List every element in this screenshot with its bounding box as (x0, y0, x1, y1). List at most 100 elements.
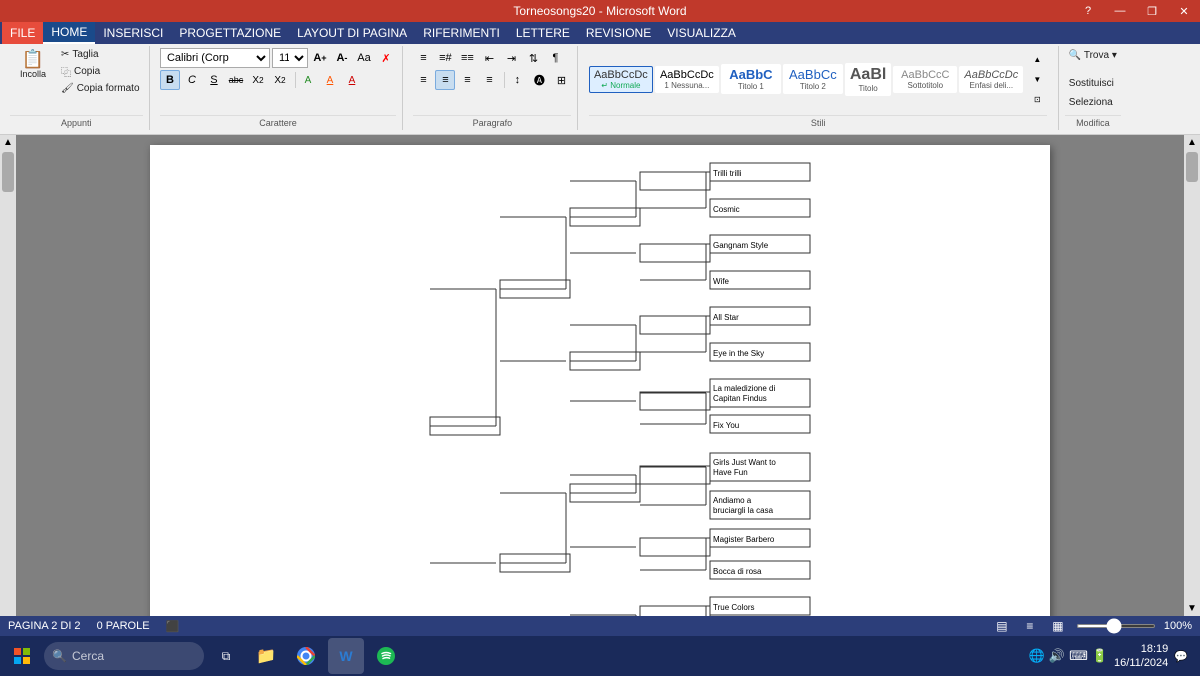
menu-home[interactable]: HOME (43, 22, 95, 44)
window-controls: — ❐ ✕ (1104, 0, 1200, 22)
menu-lettere[interactable]: LETTERE (508, 22, 578, 44)
font-grow-button[interactable]: A+ (310, 48, 330, 68)
sort-button[interactable]: ⇅ (523, 48, 543, 68)
strikethrough-button[interactable]: abc (226, 70, 246, 90)
clipboard-label: Appunti (10, 115, 143, 128)
increase-indent-button[interactable]: ⇥ (501, 48, 521, 68)
svg-text:All Star: All Star (713, 313, 739, 322)
close-button[interactable]: ✕ (1168, 0, 1200, 22)
clock-time: 18:19 (1114, 642, 1168, 656)
clock[interactable]: 18:19 16/11/2024 (1114, 642, 1168, 671)
format-paint-button[interactable]: 🖌Copia formato (58, 82, 143, 95)
shading-button[interactable]: 🅐 (529, 70, 549, 90)
seleziona-button[interactable]: Seleziona (1065, 95, 1117, 115)
svg-text:Eye in the Sky: Eye in the Sky (713, 349, 764, 358)
styles-scroll-up[interactable]: ▲ (1027, 50, 1047, 68)
menu-revisione[interactable]: REVISIONE (578, 22, 659, 44)
scroll-thumb-v[interactable] (2, 152, 14, 192)
scroll-up-right[interactable]: ▲ (1185, 135, 1199, 150)
spotify-button[interactable] (368, 638, 404, 674)
borders-button[interactable]: ⊞ (551, 70, 571, 90)
restore-button[interactable]: ❐ (1136, 0, 1168, 22)
help-button[interactable]: ? (1072, 0, 1104, 22)
ribbon-font: Calibri (Corp 11 A+ A- Aa ✗ B C S abc X2… (154, 46, 403, 130)
align-center-button[interactable]: ≡ (435, 70, 455, 90)
view-web-button[interactable]: ▦ (1048, 616, 1068, 636)
style-nessuna[interactable]: AaBbCcDc 1 Nessuna... (655, 66, 719, 93)
ribbon-styles: AaBbCcDc ↵ Normale AaBbCcDc 1 Nessuna...… (583, 46, 1053, 130)
style-enfasi[interactable]: AaBbCcDc Enfasi deli... (959, 66, 1023, 93)
start-button[interactable] (4, 638, 40, 674)
chrome-button[interactable] (288, 638, 324, 674)
ribbon-clipboard: 📋 Incolla ✂Taglia ⿻Copia 🖌Copia formato … (4, 46, 150, 130)
document-page: Trilli trilli Cosmic Gangnam Style Wife … (150, 145, 1050, 616)
taskview-button[interactable]: ⧉ (208, 638, 244, 674)
sostituisci-button[interactable]: Sostituisci (1065, 76, 1118, 96)
menu-inserisci[interactable]: INSERISCI (95, 22, 171, 44)
view-print-button[interactable]: ▤ (992, 616, 1012, 636)
superscript-button[interactable]: X2 (270, 70, 290, 90)
cut-button[interactable]: ✂Taglia (58, 48, 143, 61)
style-titolo2[interactable]: AaBbCc Titolo 2 (783, 64, 843, 94)
svg-text:Magister Barbero: Magister Barbero (713, 535, 775, 544)
align-left-button[interactable]: ≡ (413, 70, 433, 90)
show-marks-button[interactable]: ¶ (545, 48, 565, 68)
menu-riferimenti[interactable]: RIFERIMENTI (415, 22, 508, 44)
svg-text:Have Fun: Have Fun (713, 468, 748, 477)
svg-text:Fix You: Fix You (713, 421, 739, 430)
battery-icon: 🔋 (1092, 648, 1108, 664)
style-titolo[interactable]: AaBl Titolo (845, 63, 891, 96)
keyboard-icon: ⌨ (1069, 648, 1088, 664)
scroll-up-arrow[interactable]: ▲ (1, 135, 15, 150)
style-normale[interactable]: AaBbCcDc ↵ Normale (589, 66, 653, 93)
svg-text:True Colors: True Colors (713, 603, 755, 612)
bold-button[interactable]: B (160, 70, 180, 90)
text-color-button[interactable]: A (320, 70, 340, 90)
change-case-button[interactable]: Aa (354, 48, 374, 68)
zoom-slider[interactable] (1076, 624, 1156, 628)
style-sottotitolo[interactable]: AaBbCcC Sottotitolo (893, 66, 957, 93)
font-shrink-button[interactable]: A- (332, 48, 352, 68)
notification-icon[interactable]: 💬 (1174, 650, 1188, 663)
menu-file[interactable]: FILE (2, 22, 43, 44)
decrease-indent-button[interactable]: ⇤ (479, 48, 499, 68)
paragraph-label: Paragrafo (413, 115, 571, 128)
scroll-down-right[interactable]: ▼ (1185, 601, 1199, 616)
minimize-button[interactable]: — (1104, 0, 1136, 22)
style-titolo1[interactable]: AaBbC Titolo 1 (721, 64, 781, 94)
underline-button[interactable]: S (204, 70, 224, 90)
italic-button[interactable]: C (182, 70, 202, 90)
bullets-button[interactable]: ≡ (413, 48, 433, 68)
explorer-button[interactable]: 📁 (248, 638, 284, 674)
menu-layout[interactable]: LAYOUT DI PAGINA (289, 22, 415, 44)
line-spacing-button[interactable]: ↕ (507, 70, 527, 90)
ribbon: 📋 Incolla ✂Taglia ⿻Copia 🖌Copia formato … (0, 44, 1200, 135)
font-color-button[interactable]: A (342, 70, 362, 90)
word-button[interactable]: W (328, 638, 364, 674)
svg-text:La maledizione di: La maledizione di (713, 384, 775, 393)
view-read-button[interactable]: ≡ (1020, 616, 1040, 636)
search-input[interactable] (44, 642, 204, 670)
subscript-button[interactable]: X2 (248, 70, 268, 90)
font-family-select[interactable]: Calibri (Corp (160, 48, 270, 68)
svg-text:Cosmic: Cosmic (713, 205, 740, 214)
styles-expand[interactable]: ⊡ (1027, 90, 1047, 108)
font-size-select[interactable]: 11 (272, 48, 308, 68)
document-area: ▲ (0, 135, 1200, 616)
align-right-button[interactable]: ≡ (457, 70, 477, 90)
text-highlight-button[interactable]: A (298, 70, 318, 90)
copy-button[interactable]: ⿻Copia (58, 63, 143, 80)
multilevel-button[interactable]: ≡≡ (457, 48, 477, 68)
menu-visualizza[interactable]: VISUALIZZA (659, 22, 744, 44)
clock-date: 16/11/2024 (1114, 656, 1168, 670)
numbering-button[interactable]: ≡# (435, 48, 455, 68)
menu-progettazione[interactable]: PROGETTAZIONE (171, 22, 289, 44)
styles-scroll-down[interactable]: ▼ (1027, 70, 1047, 88)
justify-button[interactable]: ≡ (479, 70, 499, 90)
scroll-thumb-right[interactable] (1186, 152, 1198, 182)
trova-button[interactable]: 🔍 Trova ▾ (1065, 48, 1121, 76)
font-label: Carattere (160, 115, 396, 128)
paste-button[interactable]: 📋 Incolla (10, 48, 56, 104)
status-right: ▤ ≡ ▦ 100% (992, 616, 1192, 636)
clear-format-button[interactable]: ✗ (376, 48, 396, 68)
